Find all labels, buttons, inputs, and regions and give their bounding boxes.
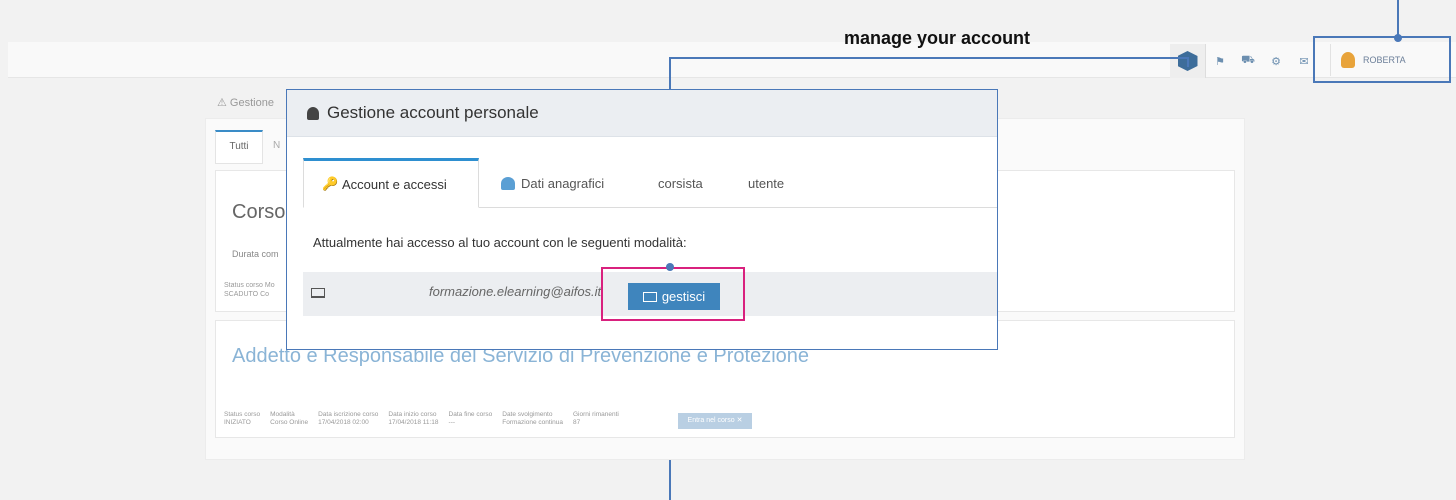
top-bar-icons: ⚑ ⛟ ⚙ ✉ [1170,44,1318,78]
access-description: Attualmente hai accesso al tuo account c… [313,235,687,250]
tab-dati-anagrafici[interactable]: Dati anagrafici [501,158,604,208]
enter-course-button[interactable]: Entra nel corso ✕ [678,413,752,429]
breadcrumb: ⚠ Gestione [217,97,274,109]
cart-icon[interactable]: ⛟ [1234,44,1262,78]
manage-highlight-box [601,267,745,321]
course-title: Corso [232,201,286,223]
modal-title: Gestione account personale [327,103,539,122]
connector-line [1397,0,1399,38]
modal-tabs: 🔑 Account e accessi Dati anagrafici cors… [303,158,997,208]
tab-corsista[interactable]: corsista [658,158,703,208]
connector-dot [1394,34,1402,42]
user-icon [307,106,319,120]
key-icon: 🔑 [322,176,339,191]
tab-utente[interactable]: utente [748,158,784,208]
user-highlight-box [1313,36,1451,83]
connector-line [669,57,1189,59]
tab-n[interactable]: N [273,140,280,151]
connector-line [1187,57,1189,67]
person-icon [501,176,515,190]
tab-tutti[interactable]: Tutti [215,130,263,164]
tab-account-accessi[interactable]: 🔑 Account e accessi [303,158,479,208]
course-duration: Durata com [232,249,279,259]
laptop-icon [311,288,325,298]
modal-header: Gestione account personale [287,90,997,137]
course-meta: Status corso INIZIATO Modalità Corso Onlin… [224,411,619,426]
course-status: Status corso Mo SCADUTO Co [224,282,275,298]
access-email: formazione.elearning@aifos.it [429,284,602,299]
flag-icon[interactable]: ⚑ [1206,44,1234,78]
annotation-title: manage your account [844,28,1031,48]
gear-icon[interactable]: ⚙ [1262,44,1290,78]
connector-dot [666,263,674,271]
